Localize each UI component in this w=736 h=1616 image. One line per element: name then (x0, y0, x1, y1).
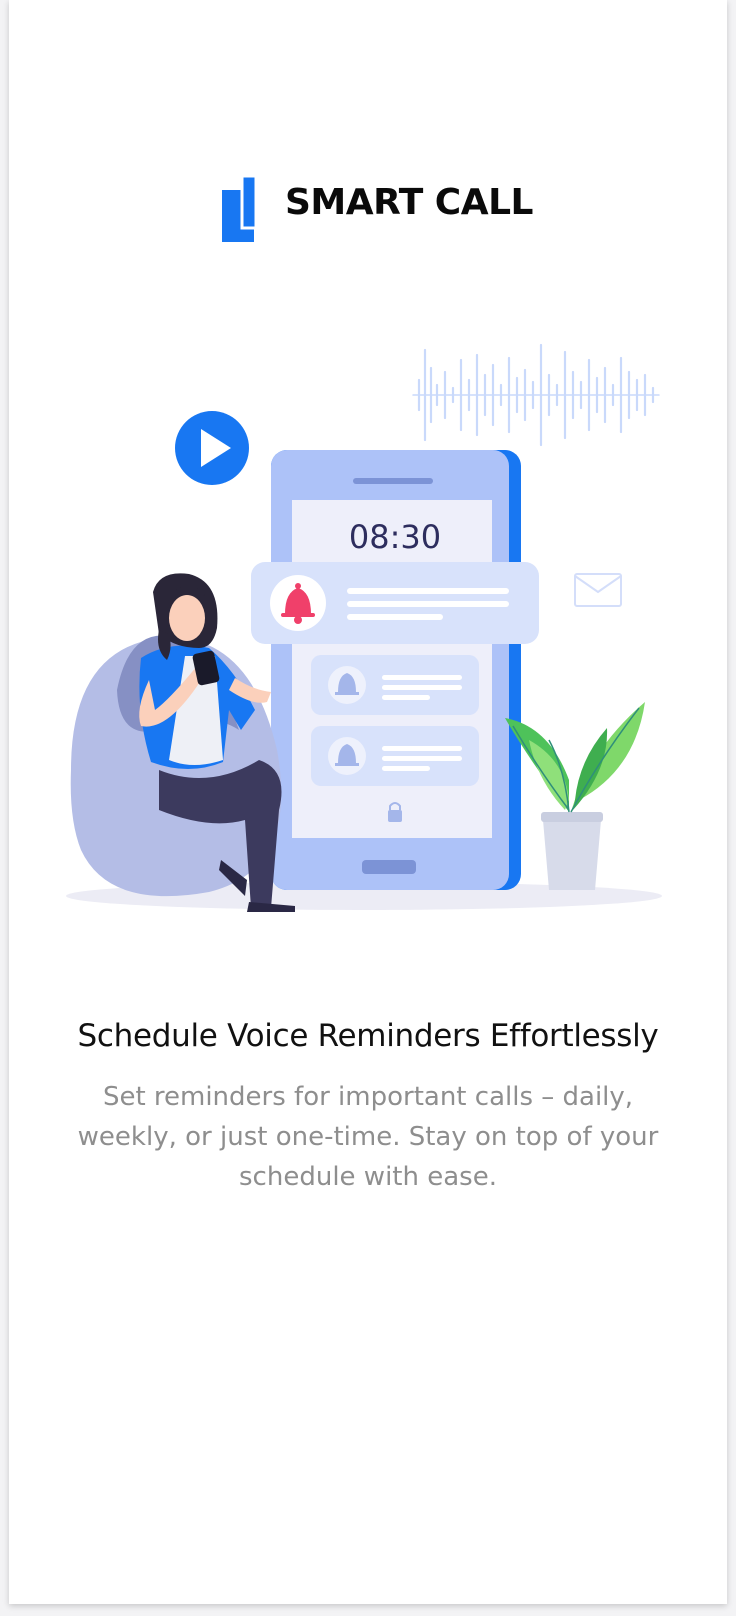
envelope-icon (574, 573, 622, 607)
phone-clock: 08:30 (349, 518, 441, 556)
app-title: SMART CALL (285, 182, 533, 223)
onboarding-description: Set reminders for important calls – dail… (77, 1082, 659, 1192)
onboarding-title: Schedule Voice Reminders Effortlessly (77, 1018, 659, 1054)
app-logo-icon (222, 176, 258, 242)
play-icon (175, 411, 249, 485)
plant-icon (505, 702, 645, 890)
hero-illustration: 08:30 (66, 343, 662, 912)
onboarding-screen: SMART CALL 08:30 Schedule Voice Reminder… (9, 0, 727, 1604)
sound-wave-icon (412, 343, 660, 447)
phone-graphic: 08:30 (251, 450, 539, 890)
app-header: SMART CALL (9, 170, 727, 242)
